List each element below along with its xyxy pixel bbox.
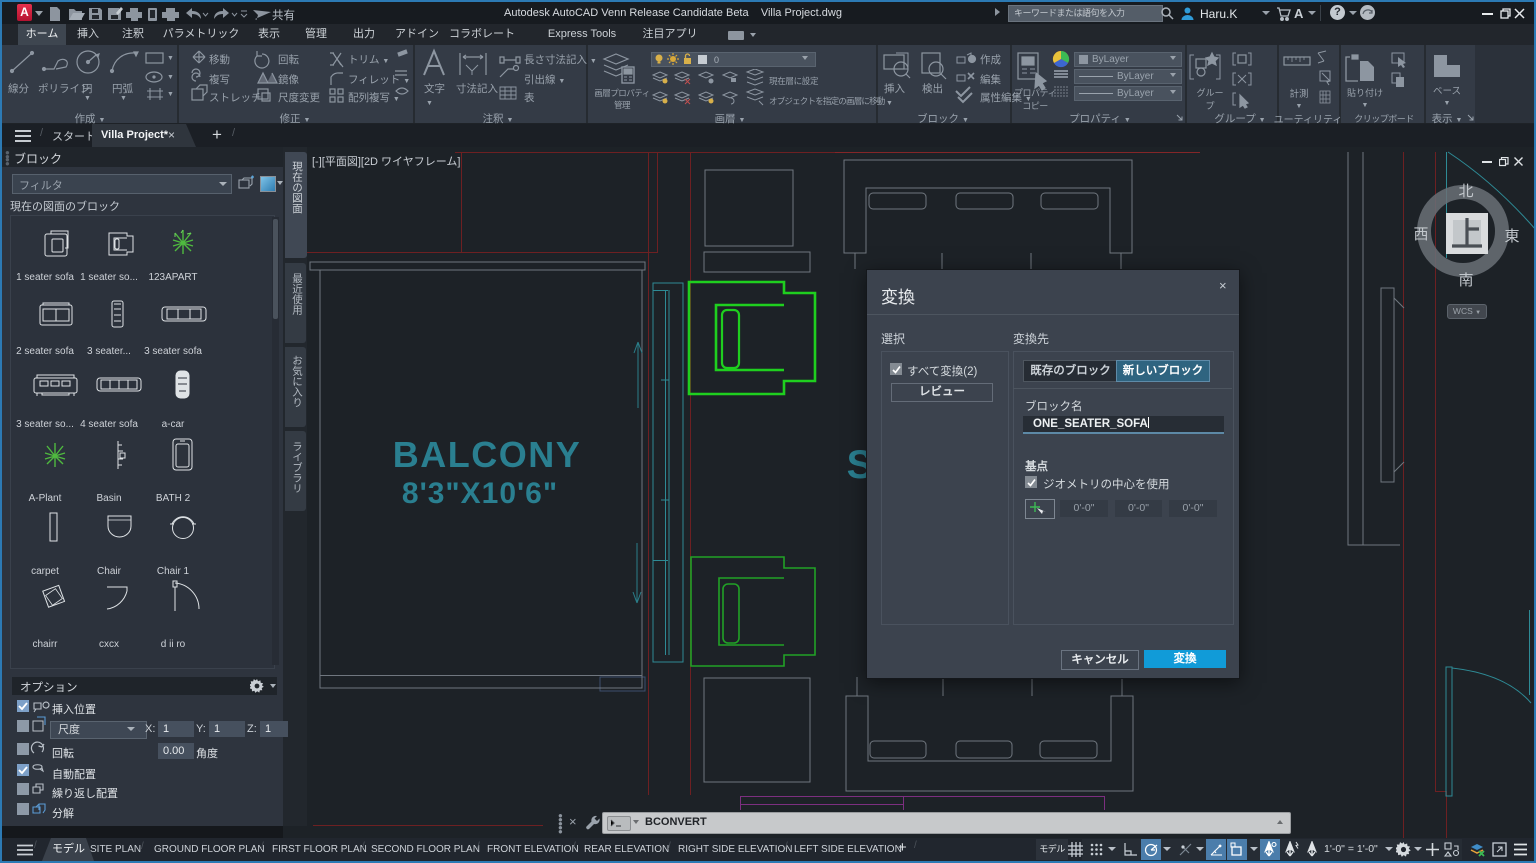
svg-text:東: 東 bbox=[1504, 228, 1519, 245]
svg-text:南: 南 bbox=[1458, 272, 1473, 289]
svg-text:西: 西 bbox=[1413, 226, 1428, 243]
svg-text:BALCONY: BALCONY bbox=[393, 434, 582, 475]
svg-text:北: 北 bbox=[1458, 183, 1473, 200]
svg-text:8'3"X10'6": 8'3"X10'6" bbox=[402, 477, 558, 510]
svg-text:0: 0 bbox=[714, 55, 719, 65]
